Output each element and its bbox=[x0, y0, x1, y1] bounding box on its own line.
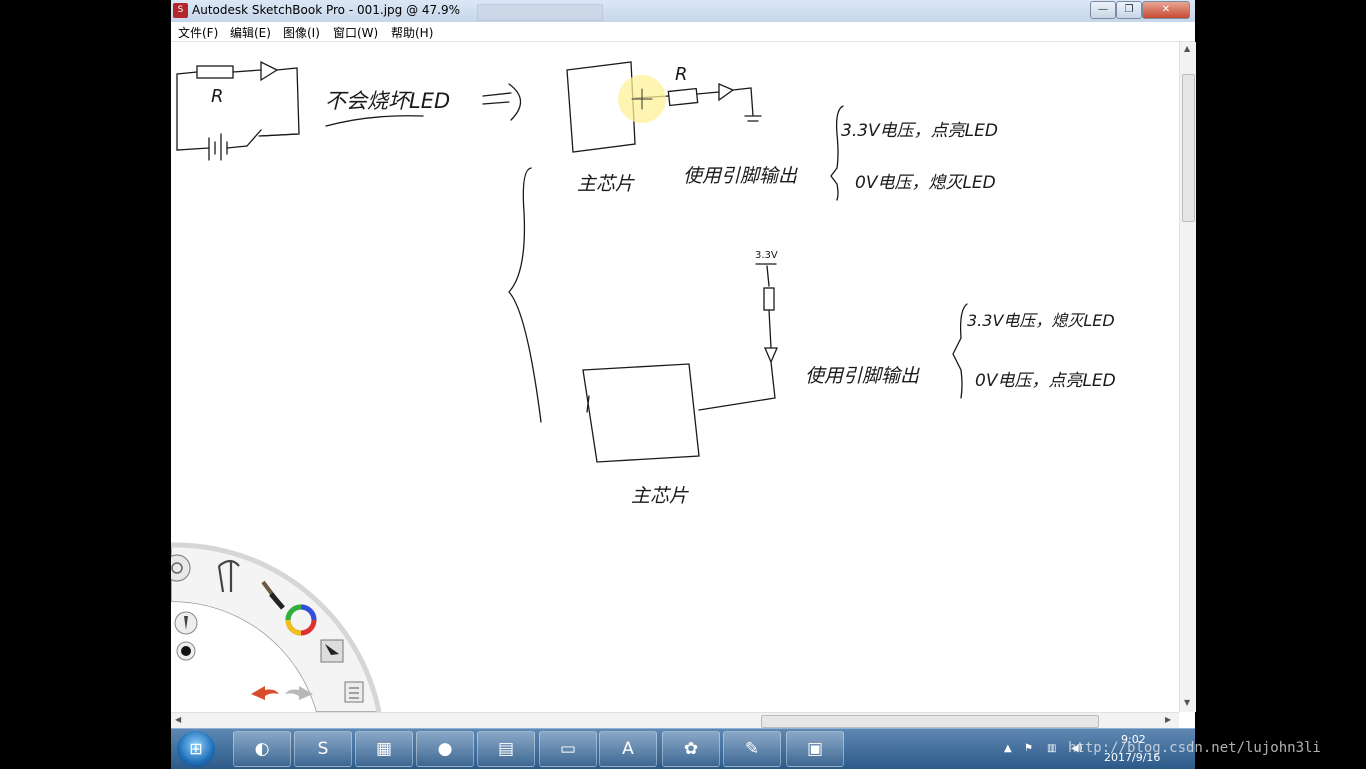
lagoon-toolbar bbox=[171, 542, 382, 712]
arrow-symbol bbox=[482, 83, 522, 121]
circuit-led-resistor-battery bbox=[176, 60, 300, 161]
minimize-button[interactable]: — bbox=[1090, 1, 1116, 19]
note-led-safe: 不会烧坏LED bbox=[325, 89, 450, 113]
menu-image[interactable]: 图像(I) bbox=[283, 24, 320, 41]
sketchbook-app-icon[interactable]: S bbox=[294, 731, 352, 767]
case-high-top: 3.3V电压，点亮LED bbox=[841, 121, 998, 141]
resistor-label-left: R bbox=[211, 86, 224, 107]
network-icon[interactable]: ▥ bbox=[1047, 743, 1056, 754]
start-icon[interactable]: ⊞ bbox=[177, 731, 215, 767]
chip-label-bottom: 主芯片 bbox=[631, 485, 689, 507]
output-label-top: 使用引脚输出 bbox=[683, 165, 798, 187]
close-button[interactable]: ✕ bbox=[1142, 1, 1190, 19]
sketchbook-icon[interactable]: S bbox=[173, 3, 188, 18]
select-icon[interactable] bbox=[320, 639, 344, 663]
horizontal-scroll-thumb[interactable] bbox=[761, 715, 1099, 728]
firefox-icon[interactable]: ● bbox=[416, 731, 474, 767]
baidu-netdisk-icon[interactable]: ✿ bbox=[662, 731, 720, 767]
show-hidden-icons-icon[interactable]: ▲ bbox=[1004, 743, 1012, 754]
menu-edit[interactable]: 编辑(E) bbox=[230, 24, 271, 41]
scroll-left-icon[interactable]: ◀ bbox=[175, 715, 181, 724]
output-label-bottom: 使用引脚输出 bbox=[805, 365, 920, 387]
layers-icon[interactable] bbox=[344, 681, 364, 703]
app-window: S Autodesk SketchBook Pro - 001.jpg @ 47… bbox=[171, 0, 1196, 729]
calculator-icon[interactable]: ▤ bbox=[477, 731, 535, 767]
menu-window[interactable]: 窗口(W) bbox=[333, 24, 378, 41]
acrobat-icon[interactable]: A bbox=[599, 731, 657, 767]
brace-bottom bbox=[952, 303, 968, 399]
folder-icon[interactable]: ▭ bbox=[539, 731, 597, 767]
chart-tool-icon[interactable]: ✎ bbox=[723, 731, 781, 767]
scroll-down-icon[interactable]: ▼ bbox=[1184, 698, 1190, 707]
pencil-icon[interactable] bbox=[174, 611, 198, 635]
vertical-scrollbar[interactable]: ▲ ▼ bbox=[1179, 42, 1196, 712]
horizontal-scrollbar[interactable]: ◀ ▶ bbox=[171, 712, 1179, 729]
title-bar[interactable]: S Autodesk SketchBook Pro - 001.jpg @ 47… bbox=[171, 0, 1195, 23]
resistor-label-right: R bbox=[675, 64, 688, 85]
brush-size-icon[interactable] bbox=[176, 641, 196, 661]
sketch-drawing: R 不会烧坏LED R 主芯片 使用引脚输出 3.3V电压，点亮LED 0V电压… bbox=[171, 60, 1116, 712]
case-low-top: 0V电压，熄灭LED bbox=[855, 173, 996, 193]
taskbar: ⊞ ◐ S ▦ ● ▤ ▭ A ✿ ✎ ▣ ▲ ⚑ ▥ ◀) 9:02 2017/9/16 bbox=[171, 728, 1195, 769]
photo-viewer-icon[interactable]: ▣ bbox=[786, 731, 844, 767]
menu-bar: 文件(F) 编辑(E) 图像(I) 窗口(W) 帮助(H) bbox=[171, 22, 1195, 42]
menu-file[interactable]: 文件(F) bbox=[178, 24, 218, 41]
chip-label-top: 主芯片 bbox=[577, 173, 635, 195]
vertical-scroll-thumb[interactable] bbox=[1182, 74, 1195, 222]
brace-large bbox=[508, 167, 542, 423]
circuit-bottom bbox=[582, 263, 778, 463]
background-tab bbox=[477, 4, 603, 21]
vmware-icon[interactable]: ▦ bbox=[355, 731, 413, 767]
case-high-bottom: 3.3V电压，熄灭LED bbox=[967, 311, 1115, 330]
maximize-button[interactable]: ❐ bbox=[1116, 1, 1142, 19]
window-title: Autodesk SketchBook Pro - 001.jpg @ 47.9… bbox=[192, 3, 461, 17]
scroll-up-icon[interactable]: ▲ bbox=[1184, 44, 1190, 53]
note-underline bbox=[325, 115, 424, 127]
case-low-bottom: 0V电压，点亮LED bbox=[975, 371, 1116, 391]
supply-label: 3.3V bbox=[755, 250, 778, 261]
scroll-right-icon[interactable]: ▶ bbox=[1165, 715, 1171, 724]
action-center-icon[interactable]: ⚑ bbox=[1024, 743, 1033, 754]
drawing-canvas[interactable]: R 不会烧坏LED R 主芯片 使用引脚输出 3.3V电压，点亮LED 0V电压… bbox=[171, 42, 1179, 712]
watermark-text: http://blog.csdn.net/lujohn3li bbox=[1068, 740, 1321, 756]
menu-help[interactable]: 帮助(H) bbox=[391, 24, 433, 41]
ie-icon[interactable]: ◐ bbox=[233, 731, 291, 767]
